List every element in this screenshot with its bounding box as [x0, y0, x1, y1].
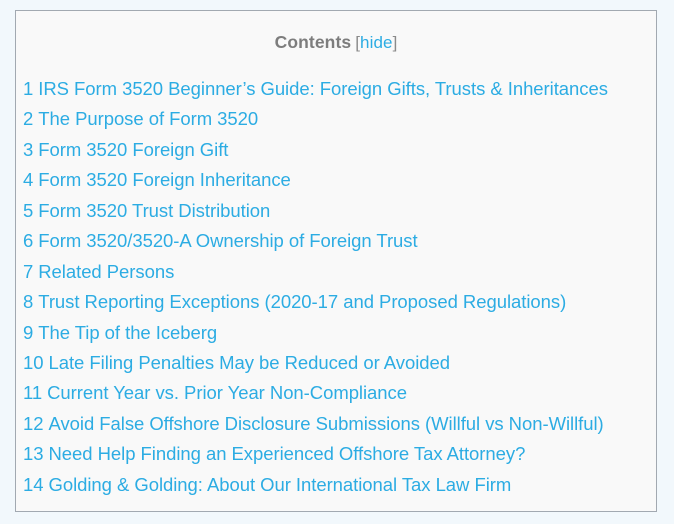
toc-link-13[interactable]: 13 Need Help Finding an Experienced Offsh… [23, 443, 525, 464]
toc-list: 1 IRS Form 3520 Beginner’s Guide: Foreign… [16, 74, 656, 500]
toc-hide-link[interactable]: hide [360, 33, 393, 52]
toc-link-14[interactable]: 14 Golding & Golding: About Our Internati… [23, 474, 511, 495]
toc-item-number: 8 [23, 291, 34, 313]
toc-link-9[interactable]: 9 The Tip of the Iceberg [23, 322, 217, 343]
toc-item-number: 3 [23, 138, 34, 160]
toc-list-item: 6 Form 3520/3520-A Ownership of Foreign T… [16, 226, 656, 256]
toc-list-item: 7 Related Persons [16, 257, 656, 287]
toc-item-label: Form 3520 Trust Distribution [38, 199, 271, 221]
toc-item-number: 13 [23, 443, 44, 465]
toc-item-label: The Tip of the Iceberg [38, 321, 218, 343]
toc-item-label: Trust Reporting Exceptions (2020-17 and … [38, 291, 567, 313]
toc-item-number: 9 [23, 321, 34, 343]
toc-item-number: 6 [23, 230, 34, 252]
toc-header: Contents [hide] [16, 11, 656, 53]
toc-item-label: Form 3520/3520-A Ownership of Foreign Tr… [38, 230, 418, 252]
toc-item-number: 5 [23, 199, 34, 221]
toc-toggle: [hide] [355, 33, 397, 52]
toc-link-3[interactable]: 3 Form 3520 Foreign Gift [23, 139, 228, 160]
toc-list-item: 3 Form 3520 Foreign Gift [16, 135, 656, 165]
toc-item-number: 10 [23, 351, 44, 373]
toc-link-8[interactable]: 8 Trust Reporting Exceptions (2020-17 and… [23, 291, 566, 312]
toc-item-label: The Purpose of Form 3520 [38, 108, 259, 130]
toc-link-6[interactable]: 6 Form 3520/3520-A Ownership of Foreign T… [23, 230, 418, 251]
toc-item-label: IRS Form 3520 Beginner’s Guide: Foreign … [38, 78, 608, 99]
toc-item-label: Avoid False Offshore Disclosure Submissi… [48, 412, 604, 434]
table-of-contents-box: Contents [hide] 1 IRS Form 3520 Beginner’s… [15, 10, 657, 512]
toc-item-label: Need Help Finding an Experienced Offshor… [48, 443, 526, 465]
toc-list-item: 8 Trust Reporting Exceptions (2020-17 and… [16, 287, 656, 317]
toc-list-item: 1 IRS Form 3520 Beginner’s Guide: Foreign… [16, 74, 656, 104]
toc-list-item: 10 Late Filing Penalties May be Reduced o… [16, 348, 656, 378]
toc-link-12[interactable]: 12 Avoid False Offshore Disclosure Submis… [23, 413, 604, 434]
toc-list-item: 4 Form 3520 Foreign Inheritance [16, 165, 656, 195]
toc-list-item: 9 The Tip of the Iceberg [16, 318, 656, 348]
toc-item-number: 7 [23, 260, 34, 282]
toc-list-item: 12 Avoid False Offshore Disclosure Submis… [16, 409, 656, 439]
toc-toggle-close-bracket: ] [392, 33, 398, 52]
toc-item-number: 12 [23, 412, 44, 434]
toc-title: Contents [274, 32, 352, 52]
toc-link-11[interactable]: 11 Current Year vs. Prior Year Non-Compli… [23, 382, 407, 403]
toc-item-number: 1 [23, 78, 34, 99]
toc-list-item: 5 Form 3520 Trust Distribution [16, 196, 656, 226]
toc-item-label: Late Filing Penalties May be Reduced or … [48, 351, 450, 373]
toc-item-number: 4 [23, 169, 34, 191]
toc-link-7[interactable]: 7 Related Persons [23, 261, 174, 282]
toc-link-4[interactable]: 4 Form 3520 Foreign Inheritance [23, 169, 291, 190]
toc-list-item: 2 The Purpose of Form 3520 [16, 104, 656, 134]
toc-item-number: 11 [23, 382, 43, 404]
toc-list-item: 11 Current Year vs. Prior Year Non-Compli… [16, 378, 656, 408]
toc-link-5[interactable]: 5 Form 3520 Trust Distribution [23, 200, 270, 221]
toc-item-number: 2 [23, 108, 34, 130]
toc-item-label: Related Persons [38, 260, 175, 282]
toc-item-number: 14 [23, 473, 44, 495]
toc-list-item: 14 Golding & Golding: About Our Internati… [16, 470, 656, 500]
toc-list-item: 13 Need Help Finding an Experienced Offsh… [16, 439, 656, 469]
toc-item-label: Form 3520 Foreign Inheritance [38, 169, 291, 191]
toc-link-10[interactable]: 10 Late Filing Penalties May be Reduced o… [23, 352, 450, 373]
toc-item-label: Form 3520 Foreign Gift [38, 138, 229, 160]
toc-item-label: Current Year vs. Prior Year Non-Complian… [47, 382, 407, 404]
toc-item-label: Golding & Golding: About Our Internation… [48, 473, 512, 495]
toc-link-1[interactable]: 1 IRS Form 3520 Beginner’s Guide: Foreign… [23, 78, 608, 99]
toc-link-2[interactable]: 2 The Purpose of Form 3520 [23, 108, 258, 129]
